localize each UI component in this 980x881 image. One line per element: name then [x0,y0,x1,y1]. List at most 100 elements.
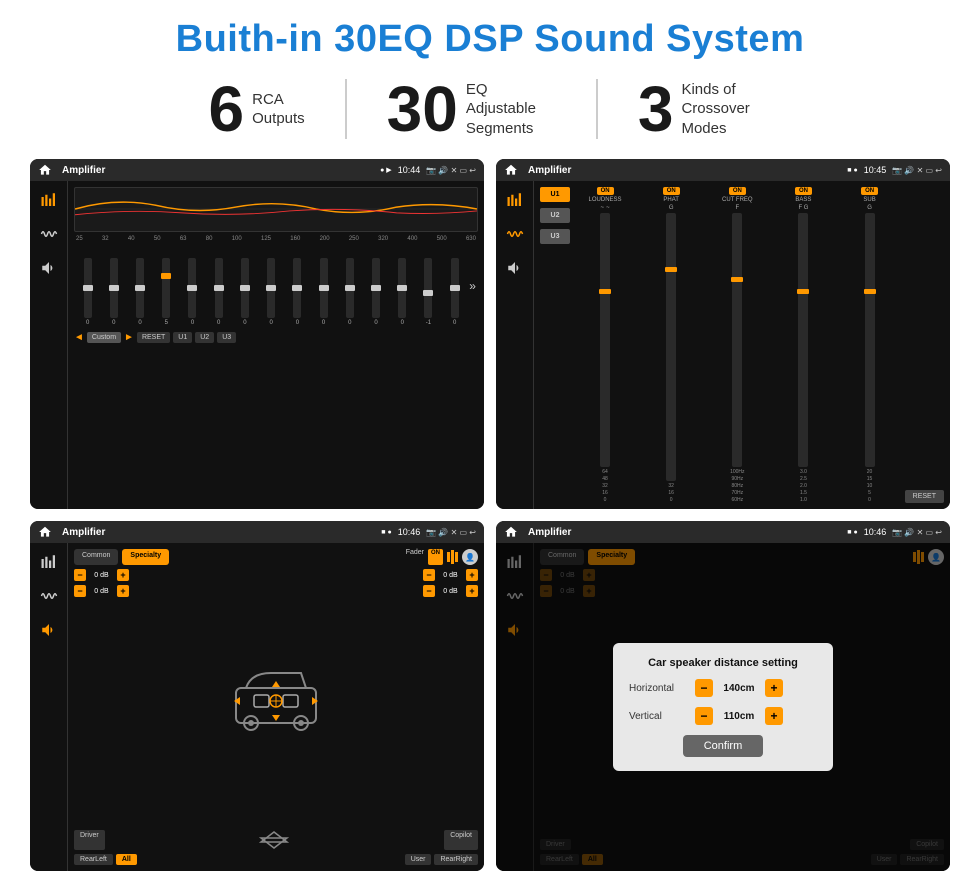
db-plus-1[interactable]: + [117,569,129,581]
home-icon-2 [504,163,518,177]
dialog-horizontal-minus[interactable]: − [695,679,713,697]
screen3-sidebar [30,543,68,871]
u3-preset[interactable]: U3 [540,229,570,244]
screen-speaker: Amplifier ■ ● 10:46 📷 🔊 ✕ ▭ ↩ [30,521,484,871]
bass-label: BASS [795,197,811,203]
screen4-status-icons: 📷 🔊 ✕ ▭ ↩ [892,528,942,537]
u2-preset[interactable]: U2 [540,208,570,223]
dialog-confirm-button[interactable]: Confirm [683,735,763,757]
sub-fader[interactable] [865,213,875,467]
eq-sliders-area: 0 0 0 5 [74,246,478,326]
sidebar-speaker-icon[interactable] [38,257,60,279]
sidebar-speaker-icon-2[interactable] [504,257,526,279]
eq-u3-btn[interactable]: U3 [217,332,236,343]
db-row-1: − 0 dB + [74,569,129,581]
eq-u2-btn[interactable]: U2 [195,332,214,343]
channel-loudness: ON LOUDNESS ~~ 644832160 [574,187,636,503]
screen4-time: 10:46 [864,527,887,537]
dialog-vertical-minus[interactable]: − [695,707,713,725]
status-bar-1: Amplifier ● ▶ 10:44 📷 🔊 ✕ ▭ ↩ [30,159,484,181]
u1-preset[interactable]: U1 [540,187,570,202]
cutfreq-fader[interactable] [732,213,742,467]
tab-row-3: Common Specialty Fader ON 👤 [74,549,478,565]
profile-icon-3[interactable]: 👤 [462,549,478,565]
dialog-overlay: Car speaker distance setting Horizontal … [496,543,950,871]
phat-label: PHAT [663,197,679,203]
dialog-horizontal-label: Horizontal [629,683,689,694]
screen1-dot: ● ▶ [380,166,392,174]
stat-label-eq: EQ AdjustableSegments [466,80,556,139]
db-plus-3[interactable]: + [466,569,478,581]
loudness-on[interactable]: ON [597,187,614,195]
phat-fader[interactable] [666,213,676,481]
btn-rearleft-3[interactable]: RearLeft [74,854,113,865]
bass-fader[interactable] [798,213,808,467]
sidebar-eq-icon-2[interactable] [504,189,526,211]
btn-all-3[interactable]: All [116,854,137,865]
eq-next-btn[interactable]: ► [124,332,134,343]
dialog-horizontal-plus[interactable]: + [765,679,783,697]
sidebar-speaker-icon-3[interactable] [38,619,60,641]
db-minus-1[interactable]: − [74,569,86,581]
eq-slider-13: 0 [391,258,414,326]
dialog-horizontal-row: Horizontal − 140cm + [629,679,817,697]
db-plus-2[interactable]: + [117,585,129,597]
dialog-vertical-row: Vertical − 110cm + [629,707,817,725]
screen3-title: Amplifier [62,527,375,538]
status-bar-2: Amplifier ■ ● 10:45 📷 🔊 ✕ ▭ ↩ [496,159,950,181]
sidebar-wave-icon-2[interactable] [504,223,526,245]
fader-bars [447,549,458,565]
sidebar-wave-icon[interactable] [38,223,60,245]
speaker-diagram-area: − 0 dB + − 0 dB + [74,569,478,826]
btn-rearright-3[interactable]: RearRight [434,854,478,865]
screen2-status-icons: 📷 🔊 ✕ ▭ ↩ [892,166,942,175]
eq-slider-4: 5 [155,258,178,326]
sidebar-eq-icon-3[interactable] [38,551,60,573]
db-plus-4[interactable]: + [466,585,478,597]
stat-eq: 30 EQ AdjustableSegments [347,77,596,141]
dialog-title: Car speaker distance setting [629,657,817,669]
btn-user-3[interactable]: User [405,854,432,865]
eq-freq-labels: 2532405063 80100125160200 25032040050063… [74,236,478,242]
fader-label-3: Fader [406,549,424,565]
eq-custom-btn[interactable]: Custom [87,332,121,343]
db-minus-4[interactable]: − [423,585,435,597]
db-row-4: − 0 dB + [423,585,478,597]
btn-driver-3[interactable]: Driver [74,830,105,850]
screen2-content: U1 U2 U3 ON LOUDNESS ~~ [496,181,950,509]
cutfreq-on[interactable]: ON [729,187,746,195]
db-controls-left: − 0 dB + − 0 dB + [74,569,129,826]
bass-on[interactable]: ON [795,187,812,195]
speaker-main: Common Specialty Fader ON 👤 [68,543,484,871]
screen-eq: Amplifier ● ▶ 10:44 📷 🔊 ✕ ▭ ↩ [30,159,484,509]
db-minus-2[interactable]: − [74,585,86,597]
eq-slider-8: 0 [260,258,283,326]
sub-on[interactable]: ON [861,187,878,195]
stat-label-crossover: Kinds ofCrossover Modes [681,80,771,139]
db-value-1: 0 dB [89,572,114,579]
screen4-title: Amplifier [528,527,841,538]
tab-common-3[interactable]: Common [74,549,118,565]
sidebar-eq-icon[interactable] [38,189,60,211]
crossover-main: U1 U2 U3 ON LOUDNESS ~~ [534,181,950,509]
fader-on-3[interactable]: ON [428,549,443,565]
db-minus-3[interactable]: − [423,569,435,581]
dialog-vertical-value: 110cm [719,711,759,722]
eq-reset-btn[interactable]: RESET [137,332,170,343]
channel-cutfreq: ON CUT FREQ F 100Hz90Hz80Hz70Hz60Hz [706,187,768,503]
crossover-reset-btn[interactable]: RESET [905,490,944,503]
screen3-content: Common Specialty Fader ON 👤 [30,543,484,871]
eq-u1-btn[interactable]: U1 [173,332,192,343]
stat-number-eq: 30 [387,77,458,141]
loudness-fader[interactable] [600,213,610,467]
btn-copilot-3[interactable]: Copilot [444,830,478,850]
loudness-label: LOUDNESS [589,197,622,203]
screen1-title: Amplifier [62,165,374,176]
sidebar-wave-icon-3[interactable] [38,585,60,607]
stat-label-rca: RCAOutputs [252,90,305,129]
eq-prev-btn[interactable]: ◄ [74,332,84,343]
dialog-vertical-plus[interactable]: + [765,707,783,725]
tab-specialty-3[interactable]: Specialty [122,549,169,565]
phat-on[interactable]: ON [663,187,680,195]
eq-slider-15: 0 [443,258,466,326]
